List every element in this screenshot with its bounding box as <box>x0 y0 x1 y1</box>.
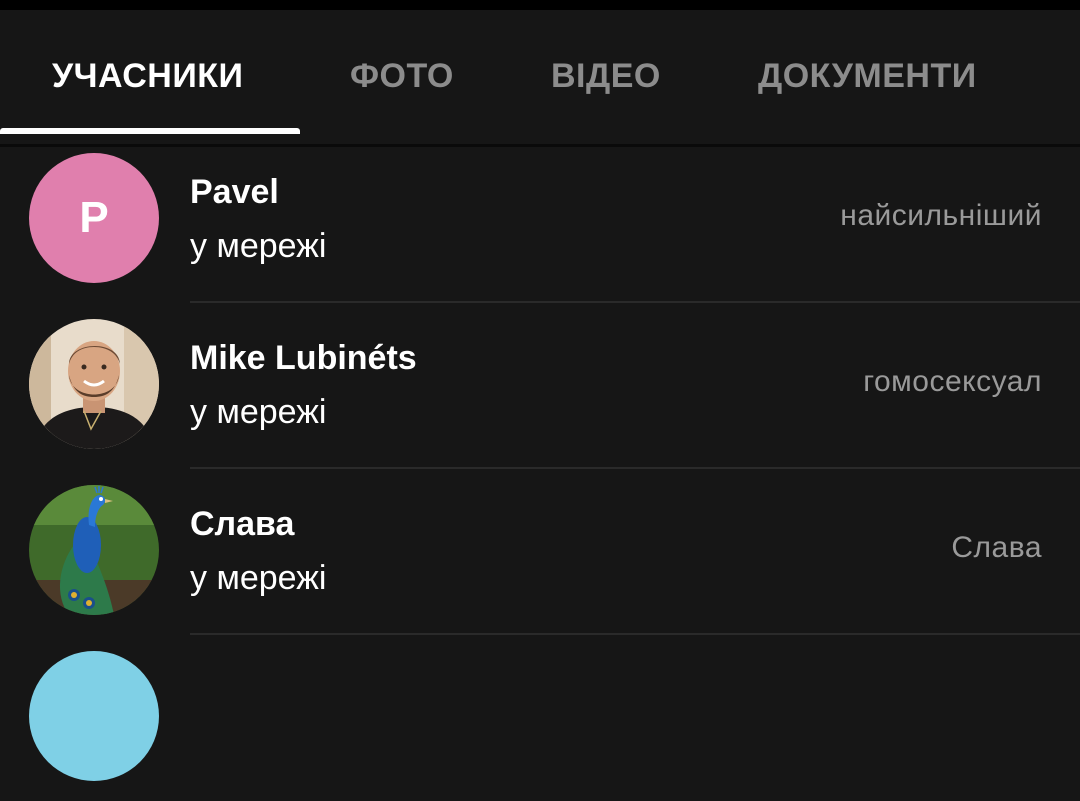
status-bar <box>0 0 1080 10</box>
list-item[interactable]: P Pavel у мережі найсильніший <box>0 137 1080 303</box>
member-name: Слава <box>190 505 295 543</box>
member-status: у мережі <box>190 559 327 597</box>
avatar[interactable]: P <box>29 153 159 283</box>
list-item[interactable]: Mike Lubinéts у мережі гомосексуал <box>0 303 1080 469</box>
list-item[interactable]: Слава у мережі Слава <box>0 469 1080 635</box>
tab-photo[interactable]: ФОТО <box>350 50 454 102</box>
member-status: у мережі <box>190 393 327 431</box>
active-tab-indicator <box>0 128 300 134</box>
avatar-photo-man-icon <box>29 319 159 449</box>
tab-members[interactable]: УЧАСНИКИ <box>52 50 243 102</box>
tab-video[interactable]: ВІДЕО <box>551 50 661 102</box>
member-role: гомосексуал <box>863 365 1042 398</box>
member-status: у мережі <box>190 227 327 265</box>
tab-bar: УЧАСНИКИ ФОТО ВІДЕО ДОКУМЕНТИ <box>0 10 1080 147</box>
member-name: Mike Lubinéts <box>190 339 417 377</box>
member-role: найсильніший <box>840 199 1042 232</box>
member-role: Слава <box>951 531 1042 564</box>
list-item[interactable] <box>0 635 1080 801</box>
avatar[interactable] <box>29 485 159 615</box>
avatar[interactable] <box>29 651 159 781</box>
avatar-letter: P <box>79 193 109 242</box>
tab-documents[interactable]: ДОКУМЕНТИ <box>758 50 977 102</box>
avatar-photo-peacock-icon <box>29 485 159 615</box>
member-name: Pavel <box>190 173 279 211</box>
avatar[interactable] <box>29 319 159 449</box>
